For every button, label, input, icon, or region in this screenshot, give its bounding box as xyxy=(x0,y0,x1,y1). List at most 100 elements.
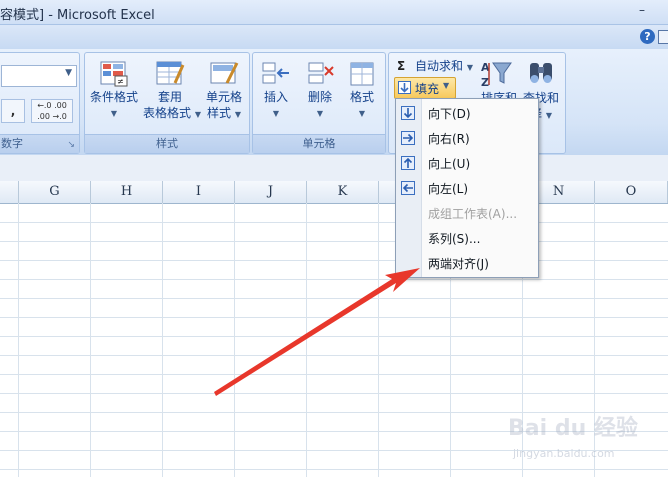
column-header-k[interactable]: K xyxy=(307,181,379,203)
svg-text:≠: ≠ xyxy=(117,77,124,86)
format-button[interactable]: 格式 ▼ xyxy=(341,57,383,131)
column-header-h[interactable]: H xyxy=(91,181,163,203)
grid-line xyxy=(306,203,307,477)
column-header-row: G H I J K L M N O xyxy=(0,181,668,204)
chevron-down-icon: ▼ xyxy=(545,111,552,120)
grid-line xyxy=(0,469,668,470)
fill-down-icon xyxy=(401,106,415,120)
format-as-table-label-2: 表格格式 ▼ xyxy=(143,105,201,123)
chevron-down-icon: ▼ xyxy=(65,68,72,78)
conditional-format-button[interactable]: ≠ 条件格式 ▼ xyxy=(87,57,141,131)
fill-down-icon xyxy=(398,81,411,94)
format-as-table-label-1: 套用 xyxy=(157,90,182,104)
menu-item-label: 向下(D) xyxy=(428,107,471,121)
fill-button[interactable]: 填充 ▼ xyxy=(394,77,456,99)
format-cells-icon xyxy=(350,62,374,86)
watermark-logo: Bai du 经验 xyxy=(508,416,638,441)
grid-line xyxy=(0,298,668,299)
comma-style-button[interactable]: , xyxy=(1,99,25,123)
column-header-i[interactable]: I xyxy=(163,181,235,203)
grid-line xyxy=(0,393,668,394)
grid-line xyxy=(0,279,668,280)
cell-styles-label-1: 单元格 xyxy=(205,90,242,104)
menu-item-label: 系列(S)... xyxy=(428,232,481,246)
svg-text:Z: Z xyxy=(481,76,489,89)
menu-item-label: 向右(R) xyxy=(428,132,470,146)
comma-label: , xyxy=(10,104,16,118)
conditional-format-label: 条件格式 xyxy=(89,90,138,104)
menu-item-label: 向上(U) xyxy=(428,157,471,171)
chevron-down-icon: ▼ xyxy=(234,110,241,119)
decimal-buttons[interactable]: ←.0 .00.00 →.0 xyxy=(31,99,73,123)
number-format-select[interactable]: ▼ xyxy=(1,65,77,87)
fill-left-icon xyxy=(401,181,415,195)
watermark-url: jingyan.baidu.com xyxy=(513,447,615,460)
binoculars-icon xyxy=(530,63,552,83)
menu-item-label: 成组工作表(A)... xyxy=(428,207,518,221)
grid-line xyxy=(378,203,379,477)
grid-line xyxy=(0,336,668,337)
cells-group-label: 单元格 xyxy=(253,134,385,153)
cell-styles-label-2: 样式 ▼ xyxy=(197,105,251,123)
insert-label: 插入 xyxy=(263,90,288,104)
table-format-icon xyxy=(156,61,185,85)
help-icon[interactable]: ? xyxy=(640,29,655,44)
column-header-g[interactable]: G xyxy=(19,181,91,203)
grid-line xyxy=(0,374,668,375)
grid-line xyxy=(0,241,668,242)
fill-up-icon xyxy=(401,156,415,170)
title-bar: 容模式] - Microsoft Excel – xyxy=(0,0,668,25)
autosum-label: 自动求和 xyxy=(415,59,464,73)
grid-line xyxy=(0,222,668,223)
menu-item-label: 向左(L) xyxy=(428,182,469,196)
autosum-button[interactable]: Σ 自动求和 ▼ xyxy=(397,57,473,75)
menu-item-series[interactable]: 系列(S)... xyxy=(396,226,538,250)
delete-label: 删除 xyxy=(307,90,332,104)
chevron-down-icon: ▼ xyxy=(110,109,118,118)
number-group: ▼ , ←.0 .00.00 →.0 数字 ↘ xyxy=(0,52,80,154)
chevron-down-icon: ▼ xyxy=(272,109,280,118)
cell-styles-icon xyxy=(210,62,239,84)
ribbon: ▼ , ←.0 .00.00 →.0 数字 ↘ ≠ 条件格式 ▼ 套用 表格格式… xyxy=(0,49,668,156)
chevron-down-icon: ▼ xyxy=(316,109,324,118)
grid-line xyxy=(0,355,668,356)
sigma-icon: Σ xyxy=(397,59,406,73)
menu-item-across-worksheets: 成组工作表(A)... xyxy=(396,201,538,225)
restore-window-icon[interactable] xyxy=(658,30,668,44)
format-as-table-button[interactable]: 套用 表格格式 ▼ xyxy=(143,57,201,131)
sort-filter-icon: A Z xyxy=(481,61,512,89)
delete-button[interactable]: 删除 ▼ xyxy=(299,57,341,131)
format-as-table-label-2-text: 表格格式 xyxy=(143,106,192,120)
menu-item-label: 两端对齐(J) xyxy=(428,257,489,271)
column-header-o[interactable]: O xyxy=(595,181,668,203)
window-title: 容模式] - Microsoft Excel xyxy=(0,8,155,23)
delete-cells-icon xyxy=(308,62,334,84)
grid-line xyxy=(0,317,668,318)
cells-group: 插入 ▼ 删除 ▼ 格式 ▼ 单元格 xyxy=(252,52,386,154)
cell-styles-button[interactable]: 单元格 样式 ▼ xyxy=(197,57,251,131)
grid-line xyxy=(162,203,163,477)
insert-button[interactable]: 插入 ▼ xyxy=(255,57,297,131)
menu-item-fill-right[interactable]: 向右(R) xyxy=(396,126,538,150)
ribbon-tab-strip xyxy=(0,25,668,49)
chevron-down-icon: ▼ xyxy=(358,109,366,118)
grid-line xyxy=(234,203,235,477)
insert-cells-icon xyxy=(262,62,289,84)
menu-item-fill-down[interactable]: 向下(D) xyxy=(396,101,538,125)
menu-item-fill-left[interactable]: 向左(L) xyxy=(396,176,538,200)
fill-right-icon xyxy=(401,131,415,145)
menu-item-fill-up[interactable]: 向上(U) xyxy=(396,151,538,175)
formula-bar-area xyxy=(0,155,668,182)
menu-item-justify[interactable]: 两端对齐(J) xyxy=(396,251,538,275)
grid-line xyxy=(0,260,668,261)
column-header-partial[interactable] xyxy=(0,181,19,203)
styles-group-label: 样式 xyxy=(85,134,249,153)
fill-dropdown-menu: 向下(D) 向右(R) 向上(U) 向左(L) 成组工作表(A)... 系列(S… xyxy=(395,98,539,278)
format-label: 格式 xyxy=(349,90,374,104)
dialog-launcher-icon[interactable]: ↘ xyxy=(67,140,75,150)
cell-styles-label-2-text: 样式 xyxy=(207,106,232,120)
grid-line xyxy=(18,203,19,477)
column-header-j[interactable]: J xyxy=(235,181,307,203)
styles-group: ≠ 条件格式 ▼ 套用 表格格式 ▼ 单元格 样式 ▼ 样式 xyxy=(84,52,250,154)
minimize-button[interactable]: – xyxy=(630,0,654,20)
